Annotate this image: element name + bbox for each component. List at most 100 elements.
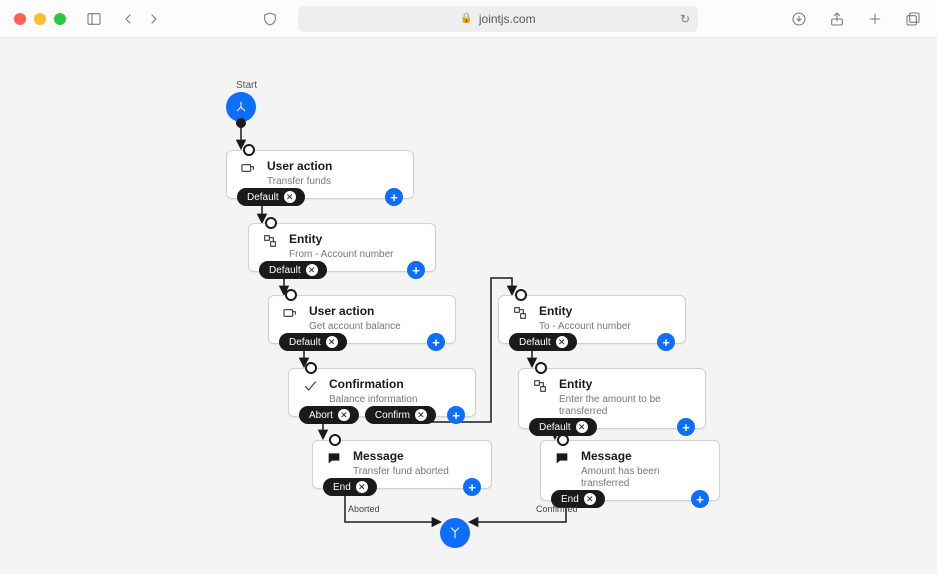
node-entity-from[interactable]: Entity From - Account number Default✕ + — [248, 223, 436, 272]
out-pill-confirm[interactable]: Confirm✕ — [365, 406, 436, 424]
add-out-icon[interactable]: + — [691, 490, 709, 508]
node-user-action-balance[interactable]: User action Get account balance Default✕… — [268, 295, 456, 344]
add-out-icon[interactable]: + — [447, 406, 465, 424]
out-pill-default[interactable]: Default ✕ — [259, 261, 327, 279]
node-out-row: End ✕ + — [313, 478, 491, 496]
add-out-icon[interactable]: + — [407, 261, 425, 279]
node-subtitle: Amount has been transferred — [581, 466, 707, 490]
forward-button[interactable] — [144, 9, 164, 29]
tabs-icon[interactable] — [903, 9, 923, 29]
remove-out-icon[interactable]: ✕ — [338, 409, 350, 421]
node-in-port[interactable] — [243, 144, 255, 156]
close-window-button[interactable] — [14, 13, 26, 25]
node-entity-amount[interactable]: Entity Enter the amount to be transferre… — [518, 368, 706, 429]
out-pill-default[interactable]: Default ✕ — [279, 333, 347, 351]
node-in-port[interactable] — [329, 434, 341, 446]
node-out-row: Default ✕ + — [519, 418, 705, 436]
remove-out-icon[interactable]: ✕ — [326, 336, 338, 348]
out-label: Abort — [309, 410, 333, 421]
node-subtitle: Transfer funds — [267, 176, 332, 188]
node-out-row: Default✕ + — [499, 333, 685, 351]
downloads-icon[interactable] — [789, 9, 809, 29]
entity-icon — [261, 232, 279, 250]
edge-label-confirmed: Confirmed — [536, 504, 578, 514]
remove-out-icon[interactable]: ✕ — [415, 409, 427, 421]
node-in-port[interactable] — [535, 362, 547, 374]
add-out-icon[interactable]: + — [463, 478, 481, 496]
add-out-icon[interactable]: + — [657, 333, 675, 351]
url-host: jointjs.com — [479, 12, 536, 26]
node-out-row: Abort ✕ Confirm✕ + — [289, 406, 475, 424]
node-message-transferred[interactable]: Message Amount has been transferred End✕… — [540, 440, 720, 501]
node-in-port[interactable] — [305, 362, 317, 374]
add-out-icon[interactable]: + — [385, 188, 403, 206]
out-pill-default[interactable]: Default ✕ — [237, 188, 305, 206]
out-label: Default — [539, 422, 571, 433]
out-label: Default — [289, 337, 321, 348]
edge-label-aborted: Aborted — [348, 504, 380, 514]
node-title: Message — [581, 449, 707, 464]
out-label: End — [333, 482, 351, 493]
card-icon — [239, 159, 257, 177]
node-title: User action — [267, 159, 332, 174]
add-out-icon[interactable]: + — [677, 418, 695, 436]
node-title: Entity — [289, 232, 393, 247]
remove-out-icon[interactable]: ✕ — [284, 191, 296, 203]
zoom-window-button[interactable] — [54, 13, 66, 25]
remove-out-icon[interactable]: ✕ — [576, 421, 588, 433]
lock-icon: 🔒 — [460, 13, 472, 24]
remove-out-icon[interactable]: ✕ — [306, 264, 318, 276]
diagram-canvas[interactable]: Start User action Transfer funds Default… — [0, 38, 937, 574]
out-pill-end[interactable]: End ✕ — [323, 478, 377, 496]
out-label: End — [561, 494, 579, 505]
browser-toolbar: 🔒 jointjs.com ↻ — [0, 0, 937, 38]
node-in-port[interactable] — [515, 289, 527, 301]
reload-icon[interactable]: ↻ — [680, 12, 690, 26]
node-out-row: Default ✕ + — [269, 333, 455, 351]
node-title: Confirmation — [329, 377, 417, 392]
start-node[interactable] — [226, 92, 256, 122]
add-out-icon[interactable]: + — [427, 333, 445, 351]
node-entity-to[interactable]: Entity To - Account number Default✕ + — [498, 295, 686, 344]
back-button[interactable] — [118, 9, 138, 29]
out-label: Default — [247, 192, 279, 203]
new-tab-icon[interactable] — [865, 9, 885, 29]
entity-icon — [511, 304, 529, 322]
node-subtitle: Get account balance — [309, 321, 401, 333]
window-controls — [14, 13, 66, 25]
out-pill-default[interactable]: Default✕ — [509, 333, 577, 351]
node-subtitle: Balance information — [329, 394, 417, 406]
node-in-port[interactable] — [265, 217, 277, 229]
sidebar-icon[interactable] — [84, 9, 104, 29]
remove-out-icon[interactable]: ✕ — [556, 336, 568, 348]
out-label: Default — [269, 265, 301, 276]
node-user-action-transfer[interactable]: User action Transfer funds Default✕ + — [226, 150, 414, 199]
node-out-row: Default ✕ + — [249, 261, 435, 279]
message-icon — [325, 449, 343, 467]
node-title: Entity — [539, 304, 631, 319]
node-title: User action — [309, 304, 401, 319]
node-confirmation[interactable]: Confirmation Balance information Abort✕ … — [288, 368, 476, 417]
out-pill-abort[interactable]: Abort ✕ — [299, 406, 359, 424]
share-icon[interactable] — [827, 9, 847, 29]
node-subtitle: Enter the amount to be transferred — [559, 394, 693, 418]
card-icon — [281, 304, 299, 322]
end-node[interactable] — [440, 518, 470, 548]
message-icon — [553, 449, 571, 467]
address-bar[interactable]: 🔒 jointjs.com ↻ — [298, 6, 698, 32]
node-subtitle: Transfer fund aborted — [353, 466, 449, 478]
check-icon — [301, 377, 319, 395]
node-in-port[interactable] — [557, 434, 569, 446]
node-title: Entity — [559, 377, 693, 392]
node-in-port[interactable] — [285, 289, 297, 301]
entity-icon — [531, 377, 549, 395]
minimize-window-button[interactable] — [34, 13, 46, 25]
shield-icon[interactable] — [260, 9, 280, 29]
remove-out-icon[interactable]: ✕ — [584, 493, 596, 505]
start-out-port[interactable] — [236, 118, 246, 128]
node-subtitle: To - Account number — [539, 321, 631, 333]
node-subtitle: From - Account number — [289, 249, 393, 261]
node-message-aborted[interactable]: Message Transfer fund aborted End✕ + — [312, 440, 492, 489]
start-label: Start — [236, 80, 257, 91]
remove-out-icon[interactable]: ✕ — [356, 481, 368, 493]
